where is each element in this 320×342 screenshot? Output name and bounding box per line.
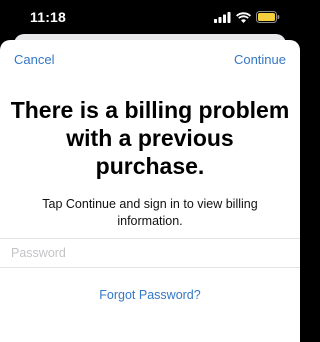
sheet-title: There is a billing problem with a previo… <box>10 97 290 179</box>
cellular-signal-icon <box>214 11 231 23</box>
sheet-message: Tap Continue and sign in to view billing… <box>42 197 258 228</box>
wifi-icon <box>236 11 251 23</box>
billing-sheet: Cancel Continue There is a billing probl… <box>0 40 300 342</box>
divider-bottom <box>0 267 300 268</box>
password-field[interactable] <box>0 239 300 267</box>
continue-button[interactable]: Continue <box>234 52 286 67</box>
cancel-button[interactable]: Cancel <box>14 52 54 67</box>
status-bar: 11:18 <box>0 0 300 34</box>
battery-icon <box>256 11 280 23</box>
status-icons <box>214 10 280 24</box>
forgot-password-link[interactable]: Forgot Password? <box>0 288 300 302</box>
status-time: 11:18 <box>30 9 67 25</box>
